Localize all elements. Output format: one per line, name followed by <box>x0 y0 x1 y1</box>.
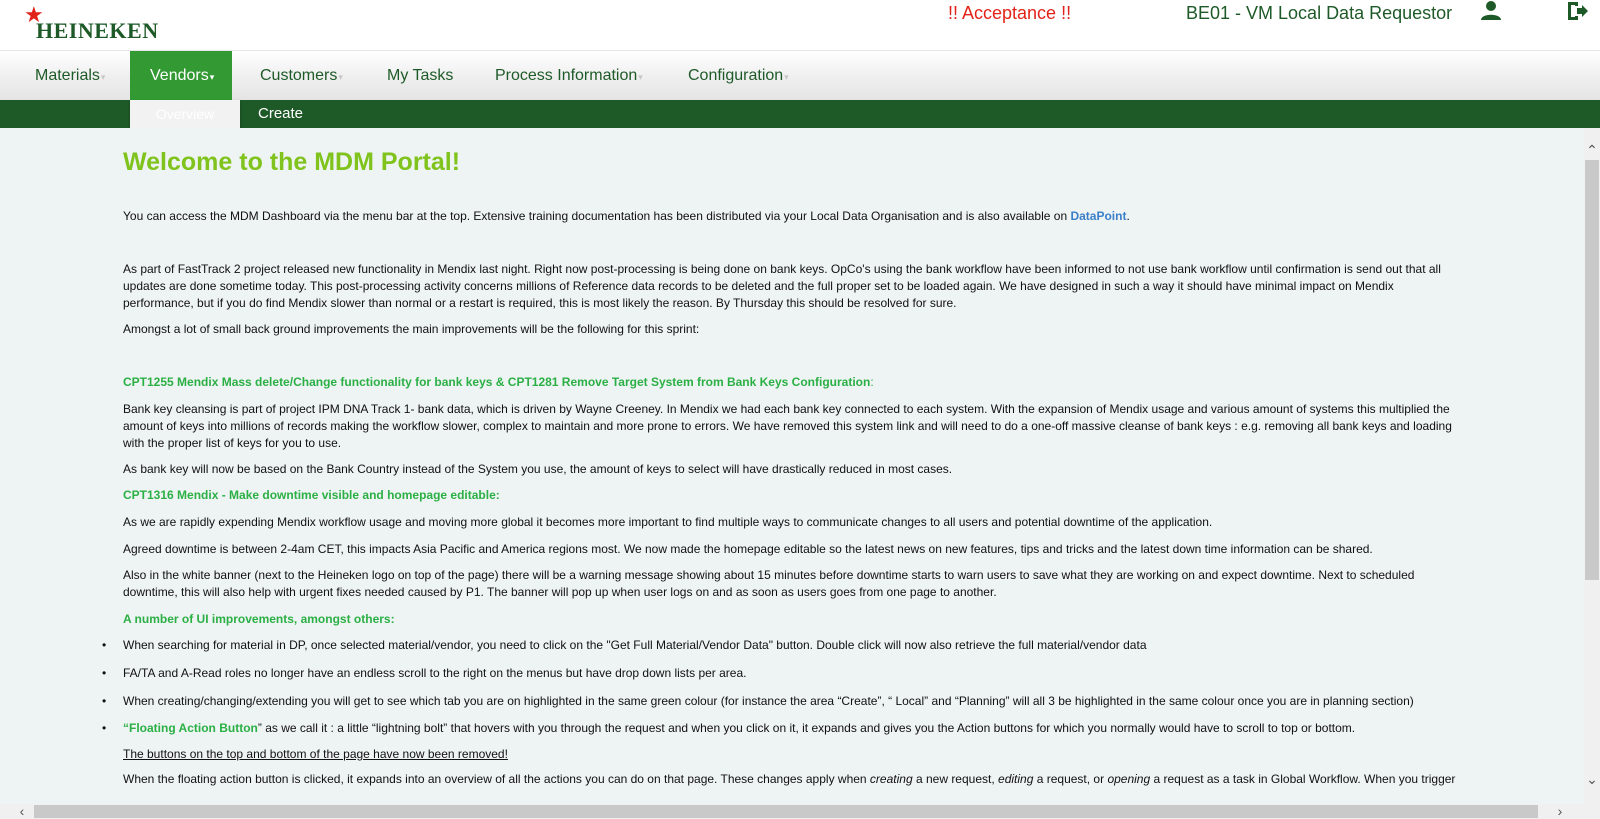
nav-item-my-tasks[interactable]: My Tasks <box>387 51 453 101</box>
fab-detail-opening: opening <box>1107 772 1151 786</box>
datapoint-link[interactable]: DataPoint <box>1070 209 1126 223</box>
list-item: • FA/TA and A-Read roles no longer have … <box>102 665 1463 682</box>
intro-end: . <box>1126 209 1130 223</box>
amongst-paragraph: Amongst a lot of small back ground impro… <box>123 322 700 336</box>
horizontal-scrollbar[interactable]: ‹ › <box>0 804 1600 819</box>
nav-item-process-information[interactable]: Process Information▾ <box>495 51 643 101</box>
main-content: Welcome to the MDM Portal! You can acces… <box>0 128 1584 804</box>
fab-detail-3: a request, or <box>1033 772 1108 786</box>
removed-notice: The buttons on the top and bottom of the… <box>123 747 508 761</box>
user-icon[interactable] <box>1480 0 1502 22</box>
expending-paragraph: As we are rapidly expending Mendix workf… <box>123 515 1213 529</box>
sub-navigation: Overview Create <box>0 100 1600 128</box>
subnav-item-create[interactable]: Create <box>258 100 303 128</box>
top-banner: ★ HEINEKEN !! Acceptance !! BE01 - VM Lo… <box>0 0 1600 50</box>
list-item: • When searching for material in DP, onc… <box>102 637 1463 654</box>
bullet-icon: • <box>102 694 107 708</box>
nav-label: Process Information <box>495 67 638 84</box>
caret-down-icon: ▾ <box>338 72 343 82</box>
nav-label: Customers <box>260 67 338 84</box>
cpt1255-heading: CPT1255 Mendix Mass delete/Change functi… <box>123 374 1463 391</box>
list-item-text: FA/TA and A-Read roles no longer have an… <box>123 666 747 680</box>
list-item: • “Floating Action Button” as we call it… <box>102 720 1463 737</box>
fab-detail-paragraph: When the floating action button is click… <box>123 771 1463 788</box>
list-item: • When creating/changing/extending you w… <box>102 693 1463 710</box>
caret-down-icon: ▾ <box>638 72 643 82</box>
nav-label: Vendors <box>150 67 209 84</box>
intro-text: You can access the MDM Dashboard via the… <box>123 209 1071 223</box>
nav-item-configuration[interactable]: Configuration▾ <box>688 51 789 101</box>
user-role-label: BE01 - VM Local Data Requestor <box>1186 3 1453 23</box>
logout-icon[interactable] <box>1565 0 1589 22</box>
caret-down-icon: ▾ <box>784 72 789 82</box>
cpt1316-heading: CPT1316 Mendix - Make downtime visible a… <box>123 488 500 502</box>
bullet-icon: • <box>102 638 107 652</box>
fab-text: ” as we call it : a little “lightning bo… <box>257 721 1356 735</box>
logo-text: HEINEKEN <box>36 18 159 43</box>
nav-label: Configuration <box>688 67 784 84</box>
vertical-scroll-thumb[interactable] <box>1585 160 1599 580</box>
caret-down-icon: ▾ <box>209 72 215 82</box>
nav-item-materials[interactable]: Materials▾ <box>35 51 105 101</box>
fasttrack-paragraph: As part of FastTrack 2 project released … <box>123 262 1441 310</box>
vertical-scrollbar[interactable]: ⌃ ⌄ <box>1584 128 1600 804</box>
nav-label: My Tasks <box>387 67 454 84</box>
subnav-item-overview[interactable]: Overview <box>130 100 240 128</box>
scroll-right-icon[interactable]: › <box>1552 804 1568 819</box>
cpt1255-heading-text: CPT1255 Mendix Mass delete/Change functi… <box>123 375 871 389</box>
banner-paragraph: Also in the white banner (next to the He… <box>123 568 1415 599</box>
list-item-text: When searching for material in DP, once … <box>123 638 1147 652</box>
horizontal-scroll-thumb[interactable] <box>34 805 1538 818</box>
fab-detail-2: a new request, <box>912 772 999 786</box>
bankkey-paragraph: Bank key cleansing is part of project IP… <box>123 402 1452 450</box>
nav-item-vendors[interactable]: Vendors▾ <box>130 51 233 101</box>
caret-down-icon: ▾ <box>100 72 106 82</box>
fab-detail-editing: editing <box>998 772 1034 786</box>
cpt1255-colon: : <box>870 375 874 389</box>
fab-detail-4: a request as a task in Global Workflow. … <box>1150 772 1456 786</box>
scroll-left-icon[interactable]: ‹ <box>14 804 30 819</box>
bullet-icon: • <box>102 721 107 735</box>
scroll-down-icon[interactable]: ⌄ <box>1584 771 1600 787</box>
ui-improvements-heading: A number of UI improvements, amongst oth… <box>123 612 395 626</box>
nav-item-customers[interactable]: Customers▾ <box>260 51 343 101</box>
list-item-text: When creating/changing/extending you wil… <box>123 694 1414 708</box>
agreed-paragraph: Agreed downtime is between 2-4am CET, th… <box>123 542 1373 556</box>
nav-label: Materials <box>35 67 100 84</box>
bankcountry-paragraph: As bank key will now be based on the Ban… <box>123 462 953 476</box>
fab-detail-1: When the floating action button is click… <box>123 772 870 786</box>
fab-detail-creating: creating <box>869 772 913 786</box>
fab-heading: “Floating Action Button <box>123 721 258 735</box>
intro-paragraph: You can access the MDM Dashboard via the… <box>123 208 1463 225</box>
page-title: Welcome to the MDM Portal! <box>123 148 461 176</box>
environment-warning: !! Acceptance !! <box>948 3 1072 23</box>
scroll-up-icon[interactable]: ⌃ <box>1584 142 1600 158</box>
main-navigation: Materials▾ Vendors▾ Customers▾ My Tasks … <box>0 50 1600 101</box>
bullet-icon: • <box>102 666 107 680</box>
